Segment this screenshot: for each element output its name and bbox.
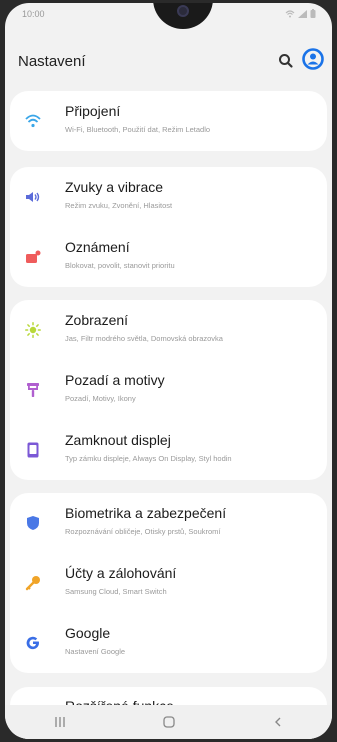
settings-group-connections: Připojení Wi-Fi, Bluetooth, Použití dat,… xyxy=(10,91,327,151)
settings-item-display[interactable]: Zobrazení Jas, Filtr modrého světla, Dom… xyxy=(10,300,327,360)
item-subtitle: Režim zvuku, Zvonění, Hlasitost xyxy=(65,201,173,210)
status-bar: 10:00 xyxy=(5,3,332,29)
item-title: Biometrika a zabezpečení xyxy=(65,505,227,521)
item-title: Zamknout displej xyxy=(65,432,171,448)
settings-item-notifications[interactable]: Oznámení Blokovat, povolit, stanovit pri… xyxy=(10,227,327,287)
recents-icon xyxy=(54,717,65,727)
key-icon xyxy=(25,575,41,591)
item-subtitle: Pozadí, Motivy, Ikony xyxy=(65,394,136,403)
item-title: Google xyxy=(65,625,111,641)
item-subtitle: Jas, Filtr modrého světla, Domovská obra… xyxy=(65,334,223,343)
item-title: Zobrazení xyxy=(65,312,129,328)
item-subtitle: Nastavení Google xyxy=(65,647,126,656)
speaker-icon xyxy=(25,189,41,205)
notification-icon xyxy=(25,249,41,265)
account-icon xyxy=(302,48,324,70)
status-time: 10:00 xyxy=(22,9,45,19)
settings-group-security: Biometrika a zabezpečení Rozpoznávání ob… xyxy=(10,493,327,673)
shield-icon xyxy=(25,515,41,531)
item-title: Pozadí a motivy xyxy=(65,372,165,388)
item-title: Oznámení xyxy=(65,239,130,255)
item-subtitle: Wi-Fi, Bluetooth, Použití dat, Režim Let… xyxy=(65,125,211,134)
settings-item-google[interactable]: Google Nastavení Google xyxy=(10,613,327,673)
front-camera xyxy=(177,5,189,17)
settings-group-sound: Zvuky a vibrace Režim zvuku, Zvonění, Hl… xyxy=(10,167,327,287)
navigation-bar xyxy=(5,705,332,739)
home-button[interactable] xyxy=(149,710,189,734)
signal-icon xyxy=(298,9,307,18)
back-icon xyxy=(274,717,280,727)
app-header: Nastavení xyxy=(5,43,332,79)
item-subtitle: Blokovat, povolit, stanovit prioritu xyxy=(65,261,175,270)
phone-screen: 10:00 Nastavení Připojení Wi-Fi, Bluetoo… xyxy=(5,3,332,739)
brush-icon xyxy=(25,382,41,398)
search-icon xyxy=(279,54,293,68)
item-title: Účty a zálohování xyxy=(65,565,177,581)
settings-item-sounds[interactable]: Zvuky a vibrace Režim zvuku, Zvonění, Hl… xyxy=(10,167,327,227)
search-button[interactable] xyxy=(276,51,296,71)
settings-item-wallpapers[interactable]: Pozadí a motivy Pozadí, Motivy, Ikony xyxy=(10,360,327,420)
settings-item-lock-screen[interactable]: Zamknout displej Typ zámku displeje, Alw… xyxy=(10,420,327,480)
lock-screen-icon xyxy=(25,442,41,458)
wifi-status-icon xyxy=(285,9,295,17)
status-icons xyxy=(285,9,316,18)
settings-item-connections[interactable]: Připojení Wi-Fi, Bluetooth, Použití dat,… xyxy=(10,91,327,151)
item-title: Zvuky a vibrace xyxy=(65,179,164,195)
home-icon xyxy=(162,716,175,728)
google-icon xyxy=(25,635,41,651)
recents-button[interactable] xyxy=(40,710,80,734)
page-title: Nastavení xyxy=(18,53,86,70)
battery-icon xyxy=(310,9,316,18)
item-title: Připojení xyxy=(65,103,121,119)
wifi-icon xyxy=(25,113,41,129)
brightness-icon xyxy=(25,322,41,338)
settings-group-display: Zobrazení Jas, Filtr modrého světla, Dom… xyxy=(10,300,327,480)
back-button[interactable] xyxy=(258,710,298,734)
item-subtitle: Samsung Cloud, Smart Switch xyxy=(65,587,167,596)
settings-item-biometrics[interactable]: Biometrika a zabezpečení Rozpoznávání ob… xyxy=(10,493,327,553)
item-subtitle: Typ zámku displeje, Always On Display, S… xyxy=(65,454,232,463)
account-button[interactable] xyxy=(302,48,324,70)
settings-item-accounts[interactable]: Účty a zálohování Samsung Cloud, Smart S… xyxy=(10,553,327,613)
camera-notch xyxy=(153,3,213,29)
item-subtitle: Rozpoznávání obličeje, Otisky prstů, Sou… xyxy=(65,527,221,536)
